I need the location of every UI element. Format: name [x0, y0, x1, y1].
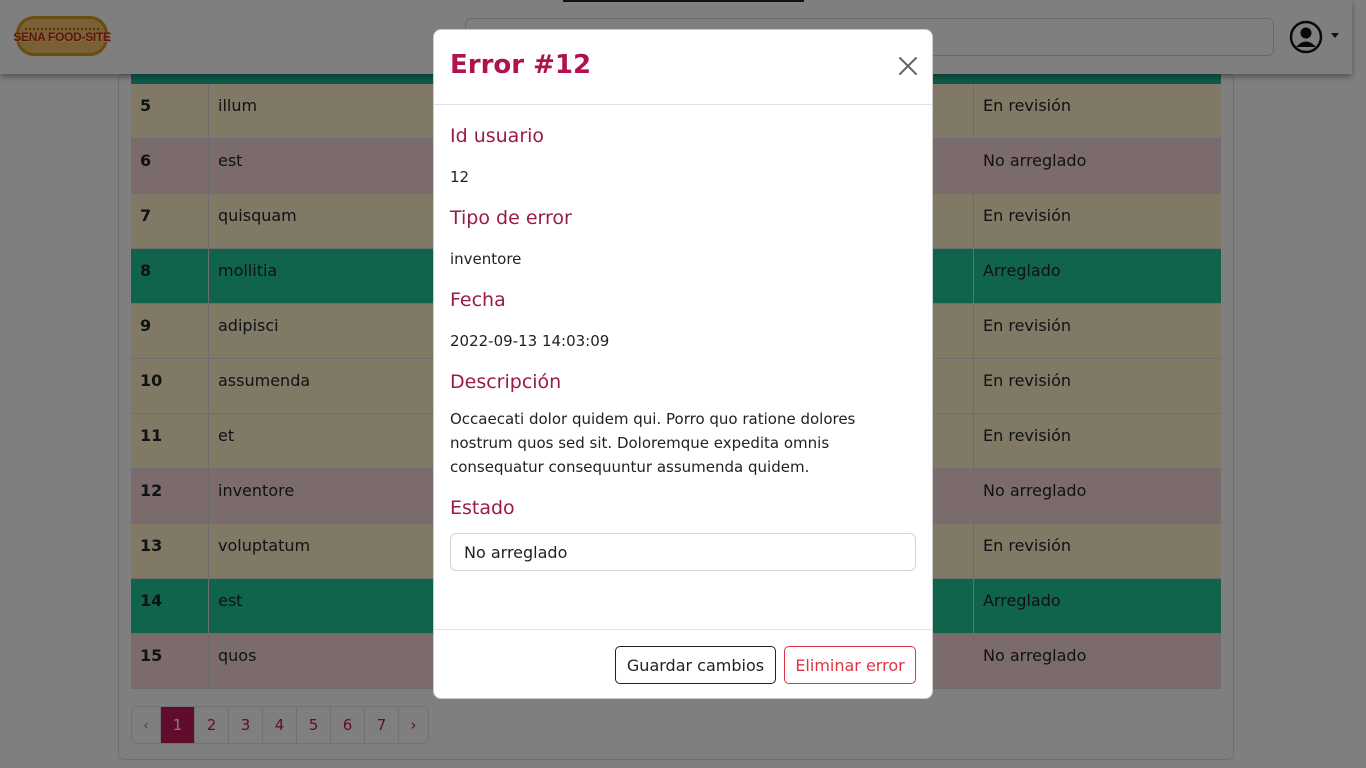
save-changes-button[interactable]: Guardar cambios: [615, 646, 776, 684]
error-type-label: Tipo de error: [450, 207, 572, 229]
error-type-value: inventore: [450, 250, 522, 268]
modal-body: Id usuario 12 Tipo de error inventore Fe…: [450, 125, 917, 589]
modal-header: Error #12: [434, 30, 932, 105]
date-label: Fecha: [450, 289, 506, 311]
modal-footer: Guardar cambios Eliminar error: [434, 629, 932, 699]
delete-error-button[interactable]: Eliminar error: [784, 646, 916, 684]
description-label: Descripción: [450, 371, 562, 393]
description-value: Occaecati dolor quidem qui. Porro quo ra…: [450, 410, 856, 476]
error-detail-modal: Error #12 Id usuario 12 Tipo de error in…: [433, 29, 933, 699]
user-id-label: Id usuario: [450, 125, 545, 147]
user-id-value: 12: [450, 168, 470, 186]
close-icon[interactable]: [897, 55, 919, 77]
status-select[interactable]: No arreglado: [450, 533, 916, 571]
status-label: Estado: [450, 497, 515, 519]
date-value: 2022-09-13 14:03:09: [450, 332, 610, 350]
modal-title: Error #12: [450, 50, 592, 80]
